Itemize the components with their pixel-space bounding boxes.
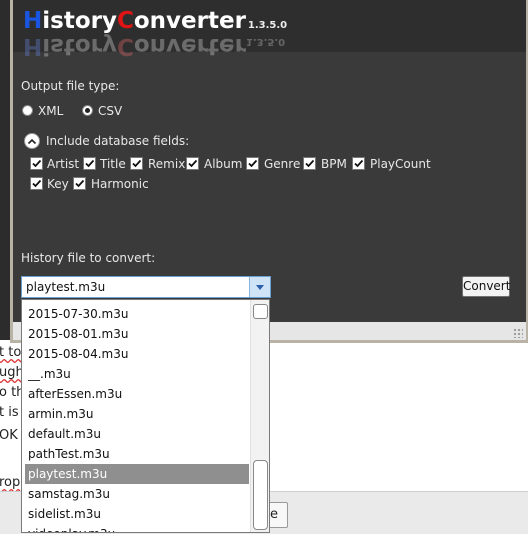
checkbox-bpm[interactable] <box>303 157 316 170</box>
checkbox-harmonic[interactable] <box>73 177 86 190</box>
checkbox-artist[interactable] <box>30 157 43 170</box>
field-label-harmonic[interactable]: Harmonic <box>91 177 149 191</box>
history-file-combobox[interactable]: playtest.m3u <box>21 276 271 298</box>
list-item[interactable]: pathTest.m3u <box>25 444 249 464</box>
field-label-key[interactable]: Key <box>47 177 69 191</box>
app-logo: HistoryConverter 1.3.5.0 <box>23 8 288 34</box>
radio-xml-label[interactable]: XML <box>38 104 63 118</box>
app-header: HistoryConverter 1.3.5.0 HistoryConverter… <box>13 0 526 59</box>
output-file-type-label: Output file type: <box>21 79 120 93</box>
checkmark-icon <box>85 159 95 168</box>
checkbox-playcount[interactable] <box>352 157 365 170</box>
app-version: 1.3.5.0 <box>247 20 288 31</box>
field-label-artist[interactable]: Artist <box>47 157 79 171</box>
collapse-fields-button[interactable] <box>24 133 40 149</box>
scrollbar-up-button[interactable] <box>253 304 268 319</box>
checkbox-remix[interactable] <box>130 157 143 170</box>
list-item[interactable]: 2015-08-04.m3u <box>25 344 249 364</box>
list-item[interactable]: 2015-07-30.m3u <box>25 304 249 324</box>
doc-text-fragment: t to <box>0 345 22 360</box>
checkbox-key[interactable] <box>30 177 43 190</box>
history-file-dropdown-list: 2015-07-30.m3u 2015-08-01.m3u 2015-08-04… <box>21 299 270 533</box>
list-item[interactable]: __.m3u <box>25 364 249 384</box>
radio-csv-label[interactable]: CSV <box>98 104 122 118</box>
app-logo-reflection: HistoryConverter1.3.5.0 <box>23 33 286 59</box>
field-label-title[interactable]: Title <box>100 157 126 171</box>
triangle-down-icon <box>256 285 264 290</box>
checkmark-icon <box>32 159 42 168</box>
checkmark-icon <box>248 159 258 168</box>
field-label-bpm[interactable]: BPM <box>321 157 347 171</box>
doc-text-fragment: t is <box>0 405 19 420</box>
checkmark-icon <box>32 179 42 188</box>
list-item[interactable]: sidelist.m3u <box>25 504 249 524</box>
field-label-remix[interactable]: Remix <box>148 157 185 171</box>
combobox-value: playtest.m3u <box>26 280 106 294</box>
chevron-up-icon <box>27 138 37 145</box>
doc-text-fragment: rop <box>0 475 21 490</box>
checkmark-icon <box>354 159 364 168</box>
list-item[interactable]: armin.m3u <box>25 404 249 424</box>
checkbox-album[interactable] <box>186 157 199 170</box>
list-item[interactable]: 2015-08-01.m3u <box>25 324 249 344</box>
checkmark-icon <box>305 159 315 168</box>
checkmark-icon <box>132 159 142 168</box>
list-item[interactable]: videoplay.m3u <box>25 524 249 532</box>
field-label-album[interactable]: Album <box>204 157 242 171</box>
checkbox-genre[interactable] <box>246 157 259 170</box>
scrollbar-thumb[interactable] <box>253 460 268 530</box>
combobox-dropdown-button[interactable] <box>249 277 270 297</box>
history-file-label: History file to convert: <box>21 251 156 265</box>
convert-button[interactable]: Convert <box>462 276 510 297</box>
radio-xml[interactable] <box>22 105 33 116</box>
radio-csv[interactable] <box>82 105 93 116</box>
doc-text-fragment: OK <box>0 428 18 443</box>
resize-grip-icon[interactable] <box>513 328 523 338</box>
list-item[interactable]: afterEssen.m3u <box>25 384 249 404</box>
checkmark-icon <box>188 159 198 168</box>
checkbox-title[interactable] <box>83 157 96 170</box>
dropdown-scrollbar[interactable] <box>250 300 269 532</box>
list-item[interactable]: samstag.m3u <box>25 484 249 504</box>
checkmark-icon <box>75 179 85 188</box>
field-label-genre[interactable]: Genre <box>264 157 300 171</box>
list-item-selected[interactable]: playtest.m3u <box>25 464 249 484</box>
include-fields-label: Include database fields: <box>46 134 190 148</box>
list-item[interactable]: default.m3u <box>25 424 249 444</box>
field-label-playcount[interactable]: PlayCount <box>370 157 431 171</box>
